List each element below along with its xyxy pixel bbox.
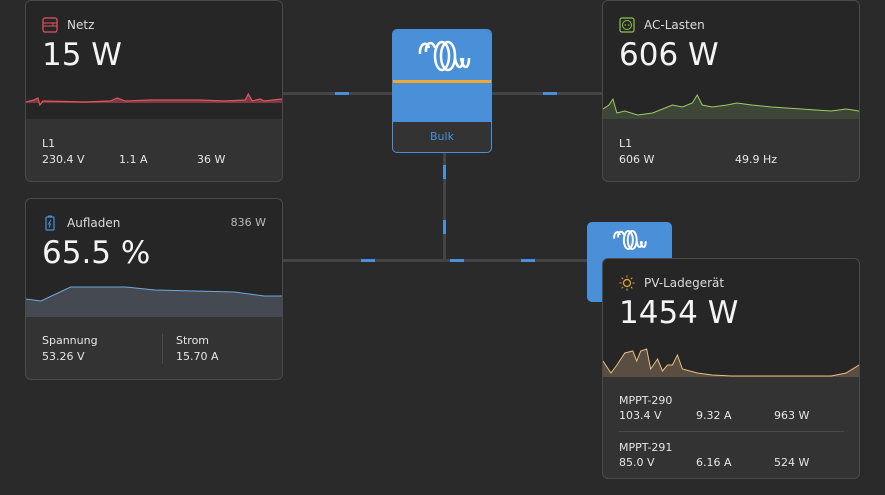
grid-sparkline: [26, 92, 282, 107]
battery-current-label: Strom: [176, 334, 210, 347]
mppt-voltage: 85.0 V: [619, 456, 655, 469]
flow-indicator: [450, 259, 464, 262]
socket-icon: [619, 17, 635, 33]
grid-watts: 36 W: [197, 153, 226, 166]
grid-voltage: 230.4 V: [42, 153, 85, 166]
ac-loads-power: 606 W: [619, 37, 719, 73]
flow-indicator: [443, 220, 446, 234]
battery-voltage: 53.26 V: [42, 350, 85, 363]
inverter-state: Bulk: [430, 130, 454, 143]
mppt-name: MPPT-290: [619, 394, 673, 407]
battery-sparkline: [26, 286, 282, 317]
victron-logo: [613, 230, 647, 250]
ac-loads-sparkline: [603, 93, 859, 119]
victron-logo: [418, 40, 471, 72]
grid-title: Netz: [67, 18, 95, 32]
battery-current: 15.70 A: [176, 350, 219, 363]
sun-icon: [619, 275, 635, 291]
inverter-card[interactable]: Bulk: [392, 29, 492, 153]
grid-power: 15 W: [42, 37, 122, 73]
battery-charging-icon: [45, 215, 55, 231]
divider: [162, 334, 163, 364]
grid-icon: [42, 17, 58, 33]
battery-title: Aufladen: [67, 216, 121, 230]
grid-phase: L1: [42, 137, 56, 150]
battery-power: 836 W: [230, 216, 266, 229]
flow-indicator: [443, 165, 446, 179]
ac-loads-card[interactable]: AC-Lasten 606 W L1 606 W 49.9 Hz: [602, 0, 860, 182]
flow-indicator: [361, 259, 375, 262]
grid-current: 1.1 A: [119, 153, 148, 166]
battery-soc: 65.5 %: [42, 235, 151, 271]
connector-dc-bus: [282, 259, 587, 262]
divider: [619, 431, 844, 432]
battery-card[interactable]: Aufladen 836 W 65.5 % Spannung 53.26 V S…: [25, 198, 283, 380]
mppt-current: 9.32 A: [696, 409, 732, 422]
mppt-watts: 963 W: [774, 409, 810, 422]
mppt-current: 6.16 A: [696, 456, 732, 469]
pv-charger-card[interactable]: PV-Ladegerät 1454 W MPPT-290 103.4 V 9.3…: [602, 258, 860, 479]
ac-loads-frequency: 49.9 Hz: [735, 153, 778, 166]
pv-sparkline: [603, 348, 859, 377]
flow-indicator: [521, 259, 535, 262]
flow-indicator: [335, 92, 349, 95]
ac-loads-phase: L1: [619, 137, 633, 150]
pv-power: 1454 W: [619, 295, 739, 331]
flow-indicator: [543, 92, 557, 95]
battery-voltage-label: Spannung: [42, 334, 98, 347]
inverter-accent-bar: [393, 80, 491, 83]
mppt-name: MPPT-291: [619, 441, 673, 454]
pv-title: PV-Ladegerät: [644, 276, 725, 290]
ac-loads-title: AC-Lasten: [644, 18, 705, 32]
ac-loads-watts: 606 W: [619, 153, 655, 166]
mppt-watts: 524 W: [774, 456, 810, 469]
grid-card[interactable]: Netz 15 W L1 230.4 V 1.1 A 36 W: [25, 0, 283, 182]
mppt-voltage: 103.4 V: [619, 409, 662, 422]
